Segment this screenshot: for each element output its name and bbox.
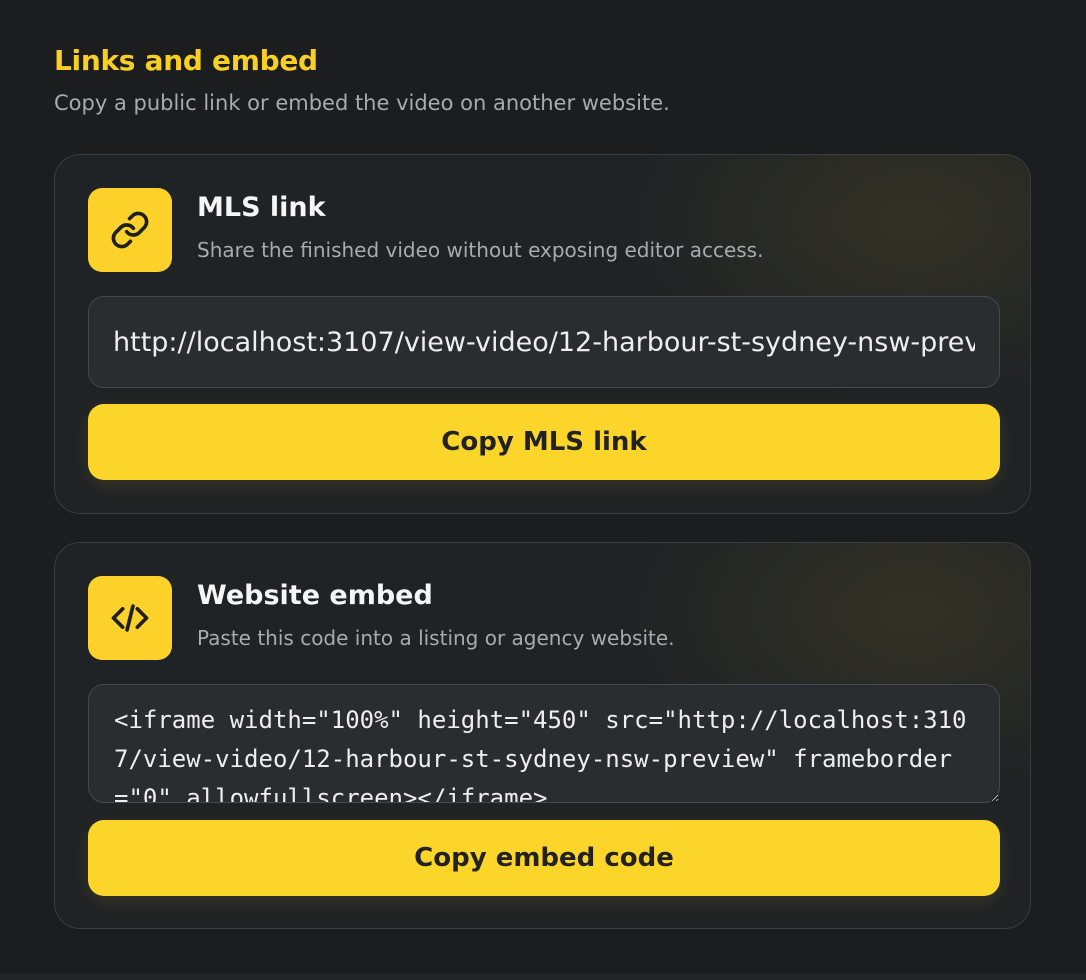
mls-link-description: Share the finished video without exposin… <box>197 238 764 262</box>
website-embed-description: Paste this code into a listing or agency… <box>197 626 675 650</box>
website-embed-card: Website embed Paste this code into a lis… <box>54 542 1031 929</box>
website-embed-title: Website embed <box>197 580 433 611</box>
copy-embed-code-button[interactable]: Copy embed code <box>88 820 1000 896</box>
mls-link-card: MLS link Share the finished video withou… <box>54 154 1031 514</box>
section-subtitle: Copy a public link or embed the video on… <box>54 91 670 115</box>
link-icon <box>88 188 172 272</box>
embed-code-textarea[interactable]: <iframe width="100%" height="450" src="h… <box>88 684 1000 803</box>
mls-link-title: MLS link <box>197 192 326 223</box>
mls-link-input[interactable] <box>88 296 1000 388</box>
bottom-divider <box>0 974 1086 980</box>
section-title: Links and embed <box>54 44 318 77</box>
copy-mls-link-button[interactable]: Copy MLS link <box>88 404 1000 480</box>
code-icon <box>88 576 172 660</box>
links-and-embed-panel: Links and embed Copy a public link or em… <box>0 0 1086 980</box>
